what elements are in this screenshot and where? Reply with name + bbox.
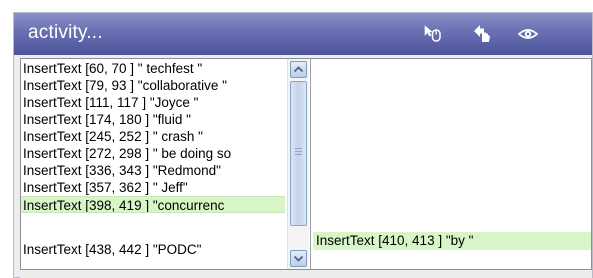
thumb-grip <box>295 154 302 155</box>
list-item[interactable]: InsertText [357, 362 ] " Jeff" <box>21 179 285 196</box>
activity-panel: activity... InsertText [60, 70 ] " techf… <box>13 12 593 278</box>
scroll-thumb[interactable] <box>290 81 307 226</box>
eye-icon[interactable] <box>517 23 539 45</box>
scroll-up-button[interactable] <box>290 61 307 78</box>
panel-title: activity... <box>28 22 103 43</box>
activity-content: InsertText [60, 70 ] " techfest " Insert… <box>20 58 592 270</box>
hand-pointer-icon[interactable] <box>472 23 494 45</box>
panel-titlebar: activity... <box>14 13 592 55</box>
list-item[interactable]: InsertText [245, 252 ] " crash " <box>21 128 285 145</box>
activity-list[interactable]: InsertText [60, 70 ] " techfest " Insert… <box>21 59 311 269</box>
list-item[interactable]: InsertText [60, 70 ] " techfest " <box>21 60 285 77</box>
detail-selected-item[interactable]: InsertText [410, 413 ] "by " <box>313 232 591 250</box>
list-item[interactable]: InsertText [174, 180 ] "fluid " <box>21 111 285 128</box>
thumb-grip <box>295 148 302 149</box>
thumb-grip <box>295 151 302 152</box>
list-item[interactable]: InsertText [272, 298 ] " be doing so <box>21 145 285 162</box>
list-item[interactable]: InsertText [111, 117 ] "Joyce " <box>21 94 285 111</box>
list-item-selected[interactable]: InsertText [398, 419 ] "concurrenc <box>21 196 285 213</box>
list-item[interactable]: InsertText [438, 442 ] "PODC" <box>21 241 285 258</box>
list-item[interactable]: InsertText [336, 343 ] "Redmond" <box>21 162 285 179</box>
mouse-cursor-icon[interactable] <box>422 23 444 45</box>
list-scrollbar[interactable] <box>287 59 309 269</box>
chevron-down-icon <box>293 255 304 262</box>
chevron-up-icon <box>293 66 304 73</box>
status-strip <box>20 270 592 278</box>
list-item[interactable]: InsertText [79, 93 ] "collaborative " <box>21 77 285 94</box>
scroll-down-button[interactable] <box>290 250 307 267</box>
activity-detail-pane: InsertText [410, 413 ] "by " <box>311 59 591 269</box>
